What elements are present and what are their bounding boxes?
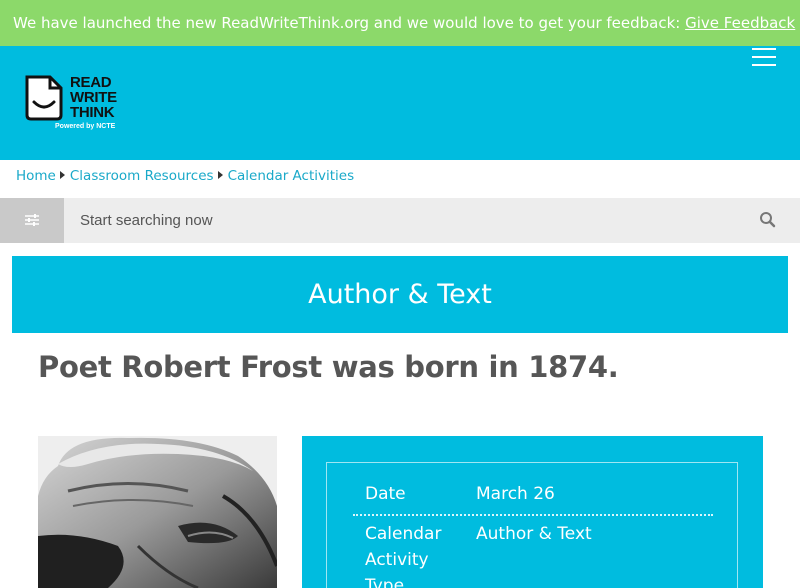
breadcrumb: Home Classroom Resources Calendar Activiti… xyxy=(16,168,354,184)
breadcrumb-calendar-activities[interactable]: Calendar Activities xyxy=(228,168,355,184)
feedback-banner: We have launched the new ReadWriteThink.… xyxy=(0,0,800,46)
portrait-image xyxy=(38,436,277,588)
site-header: READ WRITE THINK Powered by NCTE xyxy=(0,46,800,160)
caret-right-icon xyxy=(217,171,223,179)
banner-message: We have launched the new ReadWriteThink.… xyxy=(13,14,681,32)
caret-right-icon xyxy=(59,171,65,179)
row-divider xyxy=(353,514,713,516)
breadcrumb-classroom-resources[interactable]: Classroom Resources xyxy=(70,168,214,184)
logo-wordmark: READ WRITE THINK xyxy=(70,74,117,121)
activity-details-panel: Date March 26 Calendar Activity Type Aut… xyxy=(302,436,763,588)
date-label: Date xyxy=(365,484,406,504)
search-button[interactable] xyxy=(758,210,778,230)
date-value: March 26 xyxy=(476,484,555,504)
sliders-icon xyxy=(25,214,39,226)
search-bar xyxy=(0,198,800,243)
give-feedback-link[interactable]: Give Feedback xyxy=(685,14,795,32)
search-input[interactable] xyxy=(80,198,740,243)
details-box: Date March 26 Calendar Activity Type Aut… xyxy=(326,462,738,588)
hamburger-menu-icon[interactable] xyxy=(752,46,778,68)
robert-frost-photo xyxy=(38,436,277,588)
logo-page-icon xyxy=(25,75,63,121)
type-value: Author & Text xyxy=(476,524,592,544)
type-label: Calendar Activity Type xyxy=(365,524,442,588)
breadcrumb-home[interactable]: Home xyxy=(16,168,56,184)
site-logo[interactable]: READ WRITE THINK Powered by NCTE xyxy=(24,74,134,134)
filter-button[interactable] xyxy=(0,198,64,243)
page-title: Poet Robert Frost was born in 1874. xyxy=(38,350,619,384)
category-heading: Author & Text xyxy=(12,256,788,333)
magnifier-icon xyxy=(760,212,776,228)
logo-tagline: Powered by NCTE xyxy=(55,123,116,130)
